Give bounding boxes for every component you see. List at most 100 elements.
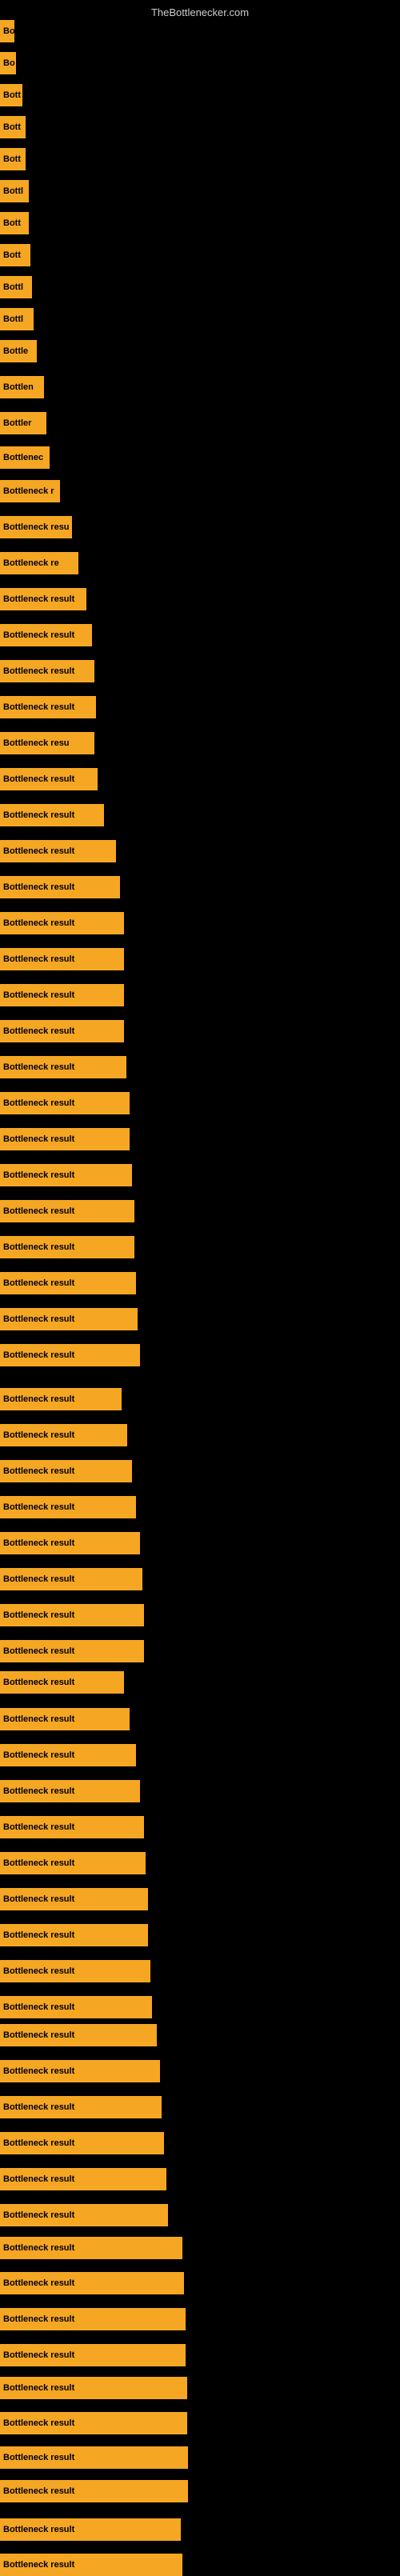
bar-row-6: Bott xyxy=(0,212,29,234)
bar-label-69: Bottleneck result xyxy=(0,2446,188,2469)
bar-label-26: Bottleneck result xyxy=(0,912,124,934)
bar-row-69: Bottleneck result xyxy=(0,2446,188,2469)
bar-label-70: Bottleneck result xyxy=(0,2480,188,2502)
bar-row-64: Bottleneck result xyxy=(0,2272,184,2294)
bar-row-17: Bottleneck result xyxy=(0,588,86,610)
bar-row-60: Bottleneck result xyxy=(0,2132,164,2154)
bar-label-4: Bott xyxy=(0,148,26,170)
bar-row-2: Bott xyxy=(0,84,22,106)
bar-row-30: Bottleneck result xyxy=(0,1056,126,1078)
bar-label-55: Bottleneck result xyxy=(0,1960,150,1982)
bar-row-28: Bottleneck result xyxy=(0,984,124,1006)
bar-row-70: Bottleneck result xyxy=(0,2480,188,2502)
bar-label-15: Bottleneck resu xyxy=(0,516,72,538)
bar-row-46: Bottleneck result xyxy=(0,1640,144,1662)
bar-row-7: Bott xyxy=(0,244,30,266)
bar-label-24: Bottleneck result xyxy=(0,840,116,862)
bar-row-1: Bo xyxy=(0,52,16,74)
site-title: TheBottlenecker.com xyxy=(0,0,400,22)
bar-row-3: Bott xyxy=(0,116,26,138)
bar-label-67: Bottleneck result xyxy=(0,2377,187,2399)
bar-label-6: Bott xyxy=(0,212,29,234)
bar-label-58: Bottleneck result xyxy=(0,2060,160,2082)
bar-label-40: Bottleneck result xyxy=(0,1424,127,1446)
bar-label-31: Bottleneck result xyxy=(0,1092,130,1114)
bar-label-16: Bottleneck re xyxy=(0,552,78,574)
bar-row-41: Bottleneck result xyxy=(0,1460,132,1482)
bar-label-59: Bottleneck result xyxy=(0,2096,162,2118)
bar-label-63: Bottleneck result xyxy=(0,2237,182,2259)
bar-row-32: Bottleneck result xyxy=(0,1128,130,1150)
bar-row-26: Bottleneck result xyxy=(0,912,124,934)
bar-label-46: Bottleneck result xyxy=(0,1640,144,1662)
bar-label-65: Bottleneck result xyxy=(0,2308,186,2330)
bar-label-42: Bottleneck result xyxy=(0,1496,136,1518)
bar-row-38: Bottleneck result xyxy=(0,1344,140,1366)
bar-row-45: Bottleneck result xyxy=(0,1604,144,1626)
bar-row-35: Bottleneck result xyxy=(0,1236,134,1258)
bar-label-17: Bottleneck result xyxy=(0,588,86,610)
bar-row-40: Bottleneck result xyxy=(0,1424,127,1446)
bar-row-15: Bottleneck resu xyxy=(0,516,72,538)
bar-row-39: Bottleneck result xyxy=(0,1388,122,1410)
bar-label-34: Bottleneck result xyxy=(0,1200,134,1222)
bar-row-55: Bottleneck result xyxy=(0,1960,150,1982)
bar-label-1: Bo xyxy=(0,52,16,74)
bar-row-33: Bottleneck result xyxy=(0,1164,132,1186)
bar-row-67: Bottleneck result xyxy=(0,2377,187,2399)
bar-label-47: Bottleneck result xyxy=(0,1671,124,1694)
bar-row-72: Bottleneck result xyxy=(0,2554,182,2576)
bar-row-36: Bottleneck result xyxy=(0,1272,136,1294)
bar-row-50: Bottleneck result xyxy=(0,1780,140,1802)
bar-label-0: Bo xyxy=(0,20,14,42)
bar-row-20: Bottleneck result xyxy=(0,696,96,718)
bar-row-57: Bottleneck result xyxy=(0,2024,157,2046)
bar-label-71: Bottleneck result xyxy=(0,2518,181,2541)
bar-label-3: Bott xyxy=(0,116,26,138)
bar-label-25: Bottleneck result xyxy=(0,876,120,898)
bar-label-29: Bottleneck result xyxy=(0,1020,124,1042)
bar-row-62: Bottleneck result xyxy=(0,2204,168,2226)
bar-label-22: Bottleneck result xyxy=(0,768,98,790)
bar-label-19: Bottleneck result xyxy=(0,660,94,682)
bar-row-5: Bottl xyxy=(0,180,29,202)
bar-label-11: Bottlen xyxy=(0,376,44,398)
bar-row-53: Bottleneck result xyxy=(0,1888,148,1910)
bar-label-56: Bottleneck result xyxy=(0,1996,152,2018)
bar-label-20: Bottleneck result xyxy=(0,696,96,718)
bar-row-49: Bottleneck result xyxy=(0,1744,136,1766)
bar-row-22: Bottleneck result xyxy=(0,768,98,790)
bar-label-54: Bottleneck result xyxy=(0,1924,148,1946)
bar-row-31: Bottleneck result xyxy=(0,1092,130,1114)
bar-label-30: Bottleneck result xyxy=(0,1056,126,1078)
bar-row-4: Bott xyxy=(0,148,26,170)
bar-row-19: Bottleneck result xyxy=(0,660,94,682)
bar-label-27: Bottleneck result xyxy=(0,948,124,970)
bar-label-44: Bottleneck result xyxy=(0,1568,142,1590)
bar-label-53: Bottleneck result xyxy=(0,1888,148,1910)
bar-label-10: Bottle xyxy=(0,340,37,362)
bar-row-34: Bottleneck result xyxy=(0,1200,134,1222)
bar-label-8: Bottl xyxy=(0,276,32,298)
bar-label-23: Bottleneck result xyxy=(0,804,104,826)
bar-row-56: Bottleneck result xyxy=(0,1996,152,2018)
bar-label-2: Bott xyxy=(0,84,22,106)
bar-row-29: Bottleneck result xyxy=(0,1020,124,1042)
bar-label-32: Bottleneck result xyxy=(0,1128,130,1150)
bar-row-51: Bottleneck result xyxy=(0,1816,144,1838)
bar-label-60: Bottleneck result xyxy=(0,2132,164,2154)
bar-row-47: Bottleneck result xyxy=(0,1671,124,1694)
bar-label-43: Bottleneck result xyxy=(0,1532,140,1554)
bar-row-63: Bottleneck result xyxy=(0,2237,182,2259)
bar-label-45: Bottleneck result xyxy=(0,1604,144,1626)
bar-row-24: Bottleneck result xyxy=(0,840,116,862)
bar-row-65: Bottleneck result xyxy=(0,2308,186,2330)
bar-row-54: Bottleneck result xyxy=(0,1924,148,1946)
bar-row-12: Bottler xyxy=(0,412,46,434)
bar-row-68: Bottleneck result xyxy=(0,2412,187,2434)
bar-label-48: Bottleneck result xyxy=(0,1708,130,1730)
bar-row-11: Bottlen xyxy=(0,376,44,398)
bar-label-37: Bottleneck result xyxy=(0,1308,138,1330)
bar-row-42: Bottleneck result xyxy=(0,1496,136,1518)
bar-row-61: Bottleneck result xyxy=(0,2168,166,2190)
